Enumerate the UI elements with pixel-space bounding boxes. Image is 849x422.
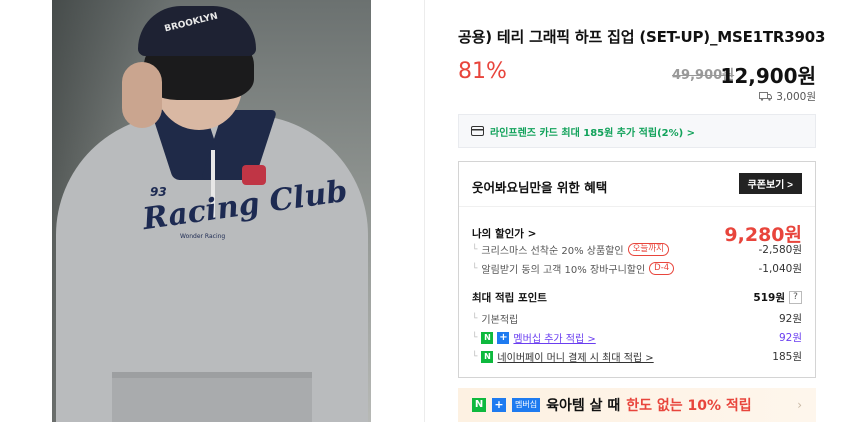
discount-tag: D-4 [649, 262, 675, 275]
naverpay-point-link[interactable]: 네이버페이 머니 결제 시 최대 적립 > [497, 349, 653, 364]
discount-value: -2,580원 [758, 244, 802, 256]
discount-row: └ 크리스마스 선착순 20% 상품할인 오늘까지 -2,580원 [472, 242, 802, 257]
discount-label: 알림받기 동의 고객 10% 장바구니할인 [481, 265, 646, 276]
discount-tag: 오늘까지 [627, 243, 669, 256]
point-item-row: └ N 네이버페이 머니 결제 시 최대 적립 > 185원 [472, 349, 802, 364]
pants [112, 372, 312, 422]
product-image[interactable]: BROOKLYN 93 Racing Club Wonder Racing [52, 0, 371, 422]
sweatshirt-logo-sub: Wonder Racing [180, 233, 226, 240]
help-icon[interactable]: ? [789, 291, 802, 304]
sweatshirt-number: 93 [150, 185, 167, 199]
shipping-fee-value: 3,000원 [776, 91, 816, 103]
membership-point-link[interactable]: 멤버십 추가 적립 > [513, 330, 595, 345]
branch-icon: └ [472, 263, 478, 274]
credit-card-icon [471, 126, 484, 136]
points-value: 519원 [753, 292, 785, 304]
plus-icon: + [492, 398, 506, 412]
benefit-box: 웃어봐요님만을 위한 혜택 쿠폰보기 > 나의 할인가 > 9,280원 └ 크… [458, 161, 816, 378]
benefit-divider [459, 206, 815, 207]
divider [424, 0, 425, 422]
promo-banner[interactable]: N + 멤버십 육아템 살 때 한도 없는 10% 적립 › [458, 388, 816, 422]
branch-icon: └ [472, 313, 478, 324]
sale-price: 12,900원 [720, 64, 816, 88]
benefit-heading: 웃어봐요님만을 위한 혜택 [472, 180, 608, 195]
cap [138, 6, 256, 56]
point-item-value: 185원 [772, 351, 802, 363]
point-item-label: 기본적립 [481, 315, 519, 326]
point-item-row: └ 기본적립 92원 [472, 311, 802, 326]
point-item-value: 92원 [778, 332, 802, 344]
truck-icon [759, 92, 773, 101]
branch-icon: └ [472, 351, 478, 362]
card-benefit-banner[interactable]: 라인프렌즈 카드 최대 185원 추가 적립(2%) > [458, 114, 816, 148]
shipping-fee: 3,000원 [759, 89, 816, 104]
plus-icon: + [497, 331, 510, 344]
product-title: 공용) 테리 그래픽 하프 집업 (SET-UP)_MSE1TR3903 [458, 28, 826, 46]
discount-rate: 81% [458, 59, 507, 84]
promo-text: 육아템 살 때 [546, 398, 621, 414]
model-hand [122, 62, 162, 128]
membership-badge: 멤버십 [512, 398, 541, 412]
points-row: 최대 적립 포인트 519원 ? [472, 290, 802, 305]
points-label: 최대 적립 포인트 [472, 292, 547, 304]
naver-n-icon: N [481, 331, 494, 344]
discount-label: 크리스마스 선착순 20% 상품할인 [481, 246, 624, 257]
promo-highlight: 한도 없는 10% 적립 [626, 398, 752, 414]
card-benefit-text: 라인프렌즈 카드 최대 185원 추가 적립(2%) > [490, 127, 696, 139]
chevron-right-icon: › [797, 398, 802, 412]
discount-row: └ 알림받기 동의 고객 10% 장바구니할인 D-4 -1,040원 [472, 261, 802, 276]
branch-icon: └ [472, 332, 478, 343]
point-item-value: 92원 [778, 313, 802, 325]
coupon-view-button[interactable]: 쿠폰보기 > [738, 173, 802, 194]
my-price-label[interactable]: 나의 할인가 > [472, 226, 536, 241]
branch-icon: └ [472, 244, 478, 255]
point-item-row: └ N + 멤버십 추가 적립 > 92원 [472, 330, 802, 345]
naver-pay-icon: N [481, 350, 494, 363]
discount-value: -1,040원 [758, 263, 802, 275]
sweatshirt-patch [242, 165, 266, 185]
naver-n-icon: N [472, 398, 486, 412]
